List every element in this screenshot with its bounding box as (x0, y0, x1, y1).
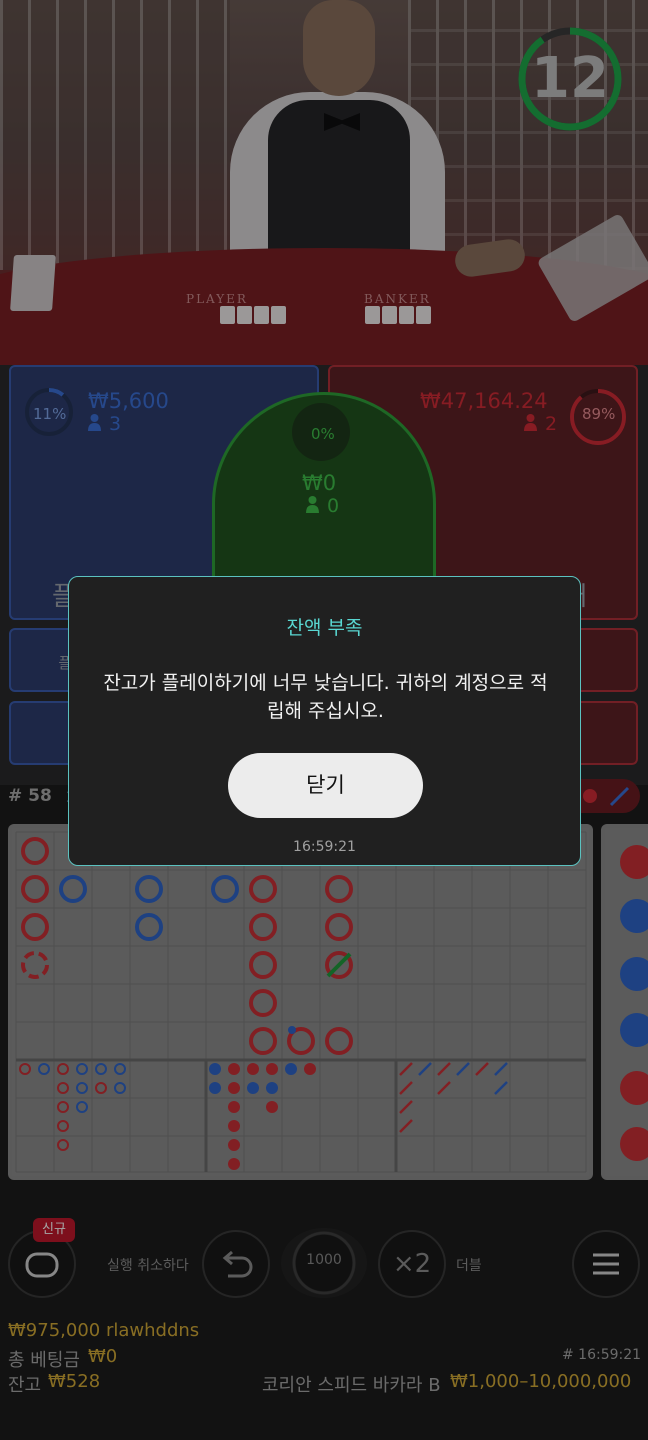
dialog-time: 16:59:21 (293, 839, 356, 855)
close-button[interactable]: 닫기 (228, 753, 423, 818)
dialog-title: 잔액 부족 (286, 617, 363, 639)
game-screen: PLAYER BANKER 12 11% ₩5,600 3 89% ₩47,16… (0, 0, 648, 1440)
insufficient-balance-dialog: 잔액 부족 잔고가 플레이하기에 너무 낮습니다. 귀하의 계정으로 적립해 주… (68, 576, 581, 866)
dialog-message: 잔고가 플레이하기에 너무 낮습니다. 귀하의 계정으로 적립해 주십시오. (103, 672, 548, 722)
